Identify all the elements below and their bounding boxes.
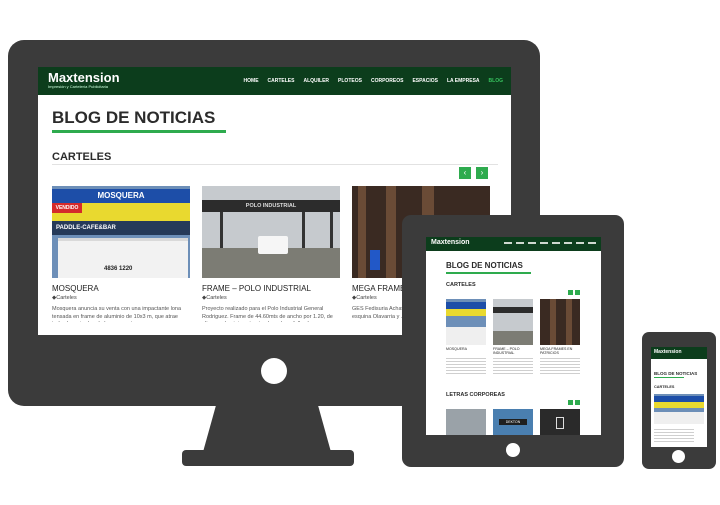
carousel-prev-button[interactable]: ‹	[459, 167, 471, 179]
photo-truck	[58, 238, 188, 278]
post-thumbnail[interactable]: MOSQUERA VENDIDO PADDLE-CAFE&BAR 4836 12…	[52, 186, 190, 278]
post-card[interactable]: POLO INDUSTRIAL FRAME – POLO INDUSTRIAL …	[202, 186, 340, 322]
tablet-home-button-icon	[506, 443, 520, 457]
photo-pole	[220, 212, 223, 248]
tablet-device: Maxtension BLOG DE NOTICIAS CARTELES MOS…	[402, 215, 624, 467]
tablet-post-thumbnail[interactable]	[446, 409, 486, 435]
tablet-prev-button[interactable]	[568, 290, 573, 295]
phone-section-title: CARTELES	[654, 385, 675, 389]
post-category-label: Carteles	[56, 295, 77, 301]
tablet-post-card[interactable]: FRAME – POLO INDUSTRIAL	[493, 299, 533, 374]
tablet-post-thumbnail[interactable]	[540, 299, 580, 345]
main-menu: HOME CARTELES ALQUILER PLOTEOS CORPOREOS…	[244, 78, 503, 84]
phone-screen: Maxtension BLOG DE NOTICIAS CARTELES	[651, 347, 707, 447]
tablet-photo-strip	[550, 299, 556, 345]
tablet-post-title[interactable]: MEGA FRAMES EN PATRICIOS	[540, 347, 580, 356]
tablet-next-button[interactable]	[575, 290, 580, 295]
photo-phone-text: 4836 1220	[104, 266, 133, 272]
section-divider	[52, 164, 498, 165]
tablet-prev-button-2[interactable]	[568, 400, 573, 405]
tablet-post-thumbnail[interactable]: DEKTON	[493, 409, 533, 435]
tablet-post-excerpt	[446, 358, 486, 374]
post-excerpt: Proyecto realizado para el Polo Industri…	[202, 306, 333, 322]
photo-strip	[386, 186, 396, 278]
carousel-next-button[interactable]: ›	[476, 167, 488, 179]
tablet-title-underline	[446, 272, 531, 274]
tablet-post-title[interactable]: FRAME – POLO INDUSTRIAL	[493, 347, 533, 356]
tablet-next-button-2[interactable]	[575, 400, 580, 405]
photo-pole	[330, 212, 333, 248]
photo-sign-text: MOSQUERA	[52, 189, 190, 203]
tablet-photo-truck	[446, 327, 486, 345]
photo-van	[258, 236, 288, 254]
top-navbar: Maxtension Impresión y Cartelería Public…	[38, 67, 511, 95]
tablet-photo-band	[446, 309, 486, 316]
monitor-base	[182, 450, 354, 466]
phone-photo-band	[654, 402, 704, 408]
menu-item-home[interactable]: HOME	[244, 78, 259, 84]
tablet-post-thumbnail[interactable]	[446, 299, 486, 345]
tablet-logo[interactable]: Maxtension	[431, 239, 470, 246]
photo-bar-text: PADDLE-CAFE&BAR	[52, 221, 190, 235]
menu-item-ploteos[interactable]: PLOTEOS	[338, 78, 362, 84]
phone-logo[interactable]: Maxtension	[654, 349, 682, 355]
page-title: BLOG DE NOTICIAS	[52, 108, 216, 127]
post-card[interactable]: MOSQUERA VENDIDO PADDLE-CAFE&BAR 4836 12…	[52, 186, 190, 322]
power-button-icon	[261, 358, 287, 384]
carousel-controls: ‹ ›	[459, 167, 488, 179]
menu-item-corporeos[interactable]: CORPOREOS	[371, 78, 404, 84]
post-category[interactable]: ◆Carteles	[52, 295, 190, 301]
phone-page-title: BLOG DE NOTICIAS	[654, 371, 698, 376]
tablet-photo-ground	[493, 331, 533, 345]
post-title[interactable]: MOSQUERA	[52, 284, 190, 294]
tablet-photo-label: DEKTON	[499, 419, 527, 425]
tablet-post-title[interactable]: MOSQUERA	[446, 347, 486, 356]
post-excerpt: Mosquera anuncia su venta con una impact…	[52, 306, 182, 322]
menu-item-carteles[interactable]: CARTELES	[268, 78, 295, 84]
tablet-photo-letter	[556, 417, 564, 429]
post-category-label: Carteles	[206, 295, 227, 301]
tablet-menu[interactable]	[504, 242, 599, 244]
photo-pole	[302, 212, 305, 248]
tablet-post-excerpt	[540, 358, 580, 374]
responsive-mockup: Maxtension Impresión y Cartelería Public…	[0, 0, 720, 505]
tablet-post-thumbnail[interactable]	[493, 299, 533, 345]
phone-post-excerpt	[654, 429, 694, 443]
menu-item-alquiler[interactable]: ALQUILER	[303, 78, 329, 84]
tablet-section-title-2: LETRAS CORPOREAS	[446, 392, 505, 398]
tablet-post-thumbnail[interactable]	[540, 409, 580, 435]
photo-sold-label: VENDIDO	[52, 203, 82, 213]
phone-title-underline	[654, 377, 684, 378]
tablet-post-excerpt	[493, 358, 533, 374]
tablet-photo-roof	[493, 307, 533, 313]
tablet-post-card[interactable]: MOSQUERA	[446, 299, 486, 374]
menu-item-la-empresa[interactable]: LA EMPRESA	[447, 78, 480, 84]
site-logo[interactable]: Maxtension Impresión y Cartelería Public…	[48, 70, 120, 90]
phone-photo-truck	[654, 412, 704, 424]
tablet-photo-sign	[446, 302, 486, 309]
section-title: CARTELES	[52, 151, 112, 163]
menu-item-blog[interactable]: BLOG	[489, 78, 503, 84]
phone-navbar: Maxtension	[651, 347, 707, 359]
post-thumbnail[interactable]: POLO INDUSTRIAL	[202, 186, 340, 278]
tablet-post-card[interactable]: MEGA FRAMES EN PATRICIOS	[540, 299, 580, 374]
post-category-label: Carteles	[356, 295, 377, 301]
title-underline	[52, 130, 226, 133]
tablet-screen: Maxtension BLOG DE NOTICIAS CARTELES MOS…	[426, 237, 601, 435]
tablet-page-title: BLOG DE NOTICIAS	[446, 261, 523, 270]
photo-blue-sign	[370, 250, 380, 270]
phone-post-thumbnail[interactable]	[654, 394, 704, 424]
phone-home-button-icon	[672, 450, 685, 463]
logo-text: Maxtension	[48, 70, 120, 85]
menu-item-espacios[interactable]: ESPACIOS	[412, 78, 437, 84]
tablet-photo-strip	[566, 299, 572, 345]
post-title[interactable]: FRAME – POLO INDUSTRIAL	[202, 284, 340, 294]
tablet-navbar: Maxtension	[426, 237, 601, 251]
photo-sign-text: POLO INDUSTRIAL	[202, 200, 340, 212]
phone-device: Maxtension BLOG DE NOTICIAS CARTELES	[642, 332, 716, 469]
monitor-neck	[203, 406, 331, 452]
tablet-section-title: CARTELES	[446, 282, 476, 288]
photo-strip	[358, 186, 366, 278]
post-category[interactable]: ◆Carteles	[202, 295, 340, 301]
